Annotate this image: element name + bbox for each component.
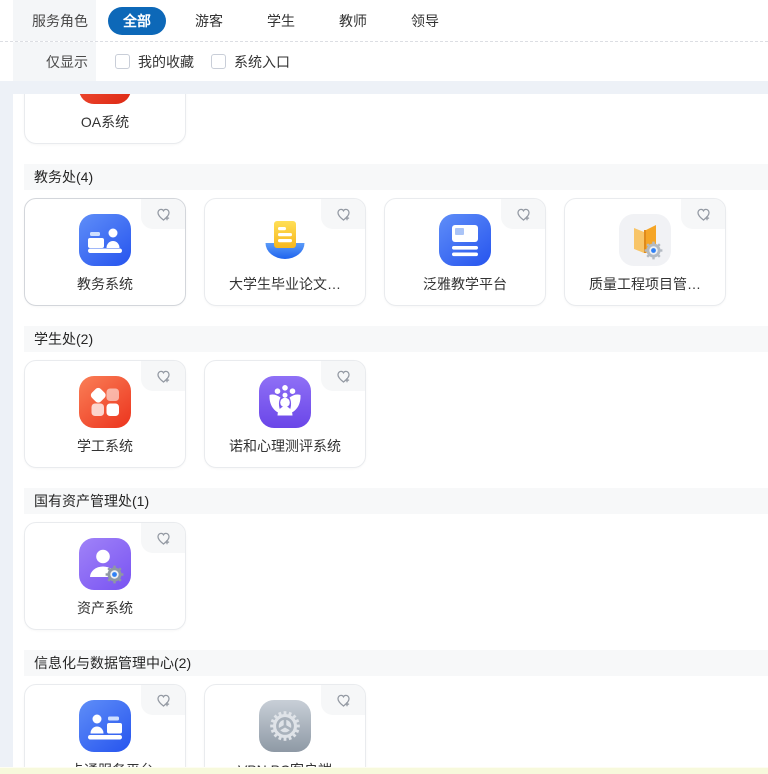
asset-system-icon: [77, 536, 133, 592]
system-entry-checkbox-label: 系统入口: [234, 52, 290, 72]
role-tabs: 全部 游客 学生 教师 领导: [101, 0, 461, 41]
app-name: 资产系统: [77, 598, 133, 618]
favorite-button[interactable]: [321, 199, 365, 229]
favorite-button[interactable]: [141, 523, 185, 553]
oa-card-slot: OA系统: [13, 94, 768, 144]
app-card-thesis-platform[interactable]: 大学生毕业论文…: [204, 198, 366, 306]
cards-row: 教务系统 大学生毕业论文… 泛雅教学平台: [24, 198, 768, 306]
app-card-academic-affairs[interactable]: 教务系统: [24, 198, 186, 306]
fanya-teaching-icon: [437, 212, 493, 268]
favorites-checkbox-label: 我的收藏: [138, 52, 194, 72]
app-card-psych-test[interactable]: 诺和心理测评系统: [204, 360, 366, 468]
only-show-label: 仅显示: [13, 42, 96, 81]
app-card-campus-card[interactable]: 一卡通服务平台: [24, 684, 186, 767]
app-list: OA系统 教务处(4) 教务系统 大学生毕业论文…: [13, 94, 768, 767]
app-name: OA系统: [81, 112, 129, 132]
student-work-icon: [77, 374, 133, 430]
campus-card-icon: [77, 698, 133, 754]
vpn-client-icon: [257, 698, 313, 754]
section-title: 教务处(4): [24, 164, 768, 190]
quality-project-icon: [617, 212, 673, 268]
heart-plus-icon: [155, 692, 172, 709]
app-card-fanya-teaching[interactable]: 泛雅教学平台: [384, 198, 546, 306]
heart-plus-icon: [515, 206, 532, 223]
favorites-checkbox-group[interactable]: 我的收藏: [115, 52, 194, 72]
app-card-asset-system[interactable]: 资产系统: [24, 522, 186, 630]
heart-plus-icon: [155, 368, 172, 385]
heart-plus-icon: [155, 206, 172, 223]
favorite-button[interactable]: [501, 199, 545, 229]
psych-test-icon: [257, 374, 313, 430]
app-name: 大学生毕业论文…: [229, 274, 341, 294]
thesis-platform-icon: [257, 212, 313, 268]
role-tab-all[interactable]: 全部: [108, 7, 166, 35]
favorite-button[interactable]: [321, 685, 365, 715]
app-card-oa-system[interactable]: OA系统: [24, 94, 186, 144]
app-name: 教务系统: [77, 274, 133, 294]
app-card-quality-project[interactable]: 质量工程项目管…: [564, 198, 726, 306]
favorite-button[interactable]: [141, 361, 185, 391]
app-name: 泛雅教学平台: [423, 274, 507, 294]
app-card-vpn-client[interactable]: VPN PC客户端: [204, 684, 366, 767]
system-entry-checkbox-group[interactable]: 系统入口: [211, 52, 290, 72]
heart-plus-icon: [335, 692, 352, 709]
favorites-checkbox[interactable]: [115, 54, 130, 69]
heart-plus-icon: [335, 206, 352, 223]
app-name: 质量工程项目管…: [589, 274, 701, 294]
favorite-button[interactable]: [321, 361, 365, 391]
section-title: 学生处(2): [24, 326, 768, 352]
section-title: 信息化与数据管理中心(2): [24, 650, 768, 676]
service-role-label: 服务角色: [13, 0, 96, 41]
role-tab-leader[interactable]: 领导: [411, 11, 439, 31]
cards-row: 一卡通服务平台 VPN PC客户端: [24, 684, 768, 767]
filter-bar: 服务角色 全部 游客 学生 教师 领导 仅显示 我的收藏 系统入口: [0, 0, 768, 81]
favorite-button[interactable]: [141, 685, 185, 715]
oa-system-icon: [77, 94, 133, 106]
role-tab-visitor[interactable]: 游客: [195, 11, 223, 31]
system-entry-checkbox[interactable]: [211, 54, 226, 69]
app-name: 学工系统: [77, 436, 133, 456]
role-tab-student[interactable]: 学生: [267, 11, 295, 31]
cards-row: 资产系统: [24, 522, 768, 630]
app-card-student-work[interactable]: 学工系统: [24, 360, 186, 468]
academic-affairs-icon: [77, 212, 133, 268]
bottom-strip: [0, 767, 768, 774]
heart-plus-icon: [335, 368, 352, 385]
app-name: 诺和心理测评系统: [229, 436, 341, 456]
heart-plus-icon: [695, 206, 712, 223]
section-title: 国有资产管理处(1): [24, 488, 768, 514]
app-name: 一卡通服务平台: [56, 760, 154, 767]
favorite-button[interactable]: [681, 199, 725, 229]
favorite-button[interactable]: [141, 199, 185, 229]
cards-row: 学工系统 诺和心理测评系统: [24, 360, 768, 468]
role-tab-teacher[interactable]: 教师: [339, 11, 367, 31]
app-name: VPN PC客户端: [238, 760, 332, 767]
heart-plus-icon: [155, 530, 172, 547]
